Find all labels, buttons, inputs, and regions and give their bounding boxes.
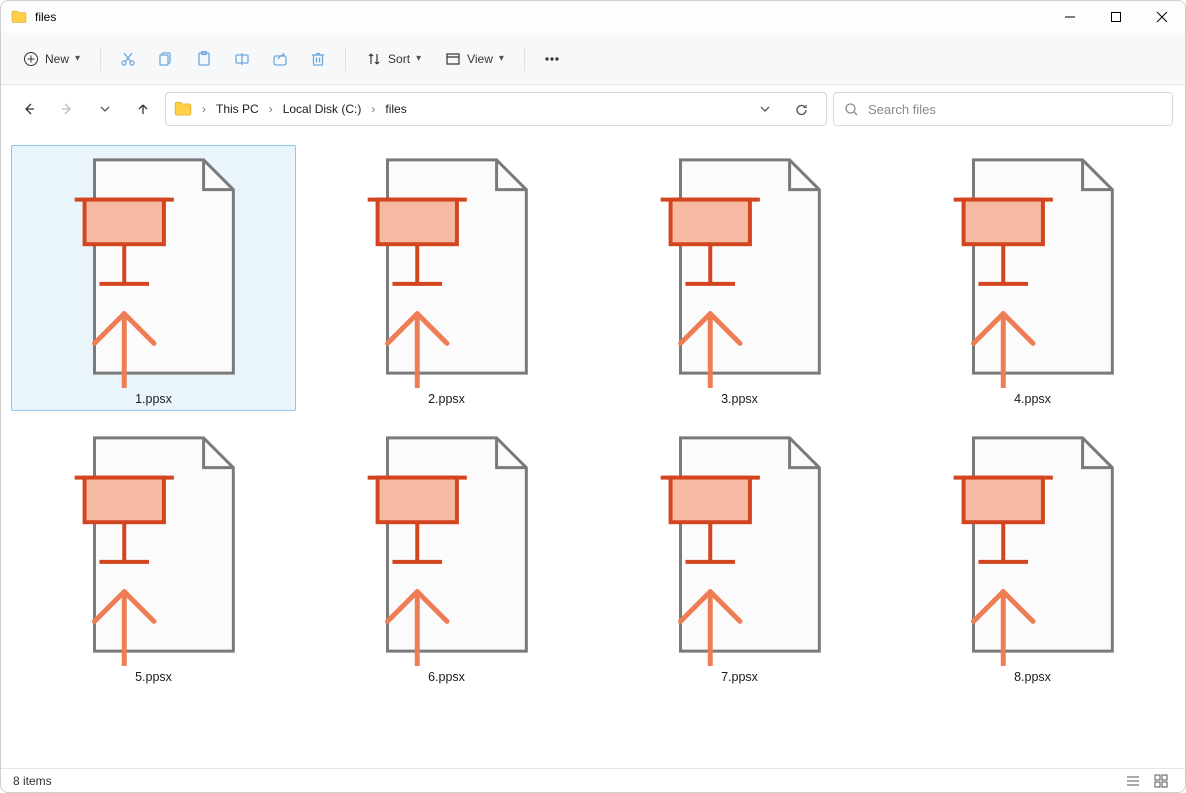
file-item[interactable]: 2.ppsx bbox=[304, 145, 589, 411]
file-thumbnail bbox=[24, 428, 284, 666]
view-icon bbox=[445, 51, 461, 67]
chevron-right-icon: › bbox=[369, 102, 377, 116]
status-bar: 8 items bbox=[1, 768, 1185, 792]
folder-icon bbox=[174, 100, 192, 118]
separator bbox=[345, 47, 346, 71]
paste-button[interactable] bbox=[187, 42, 221, 76]
search-box[interactable] bbox=[833, 92, 1173, 126]
view-label: View bbox=[467, 52, 493, 66]
share-button[interactable] bbox=[263, 42, 297, 76]
refresh-button[interactable] bbox=[788, 96, 814, 122]
cut-button[interactable] bbox=[111, 42, 145, 76]
file-name: 6.ppsx bbox=[428, 670, 465, 684]
recent-locations-button[interactable] bbox=[89, 93, 121, 125]
breadcrumb-segment[interactable]: Local Disk (C:) bbox=[277, 98, 368, 120]
back-button[interactable] bbox=[13, 93, 45, 125]
item-count: 8 items bbox=[13, 774, 52, 788]
file-name: 2.ppsx bbox=[428, 392, 465, 406]
search-icon bbox=[844, 102, 858, 117]
file-thumbnail bbox=[317, 150, 577, 388]
file-thumbnail bbox=[24, 150, 284, 388]
close-button[interactable] bbox=[1139, 1, 1185, 33]
file-thumbnail bbox=[903, 428, 1163, 666]
file-name: 7.ppsx bbox=[721, 670, 758, 684]
up-button[interactable] bbox=[127, 93, 159, 125]
breadcrumb-segment[interactable]: This PC bbox=[210, 98, 265, 120]
address-bar[interactable]: › This PC › Local Disk (C:) › files bbox=[165, 92, 827, 126]
explorer-window: files New ▾ Sort ▾ View ▾ bbox=[0, 0, 1186, 793]
address-bar-tools bbox=[752, 96, 820, 122]
file-thumbnail bbox=[610, 428, 870, 666]
file-item[interactable]: 4.ppsx bbox=[890, 145, 1175, 411]
file-name: 4.ppsx bbox=[1014, 392, 1051, 406]
file-thumbnail bbox=[610, 150, 870, 388]
chevron-down-icon: ▾ bbox=[499, 53, 504, 64]
forward-button[interactable] bbox=[51, 93, 83, 125]
window-title: files bbox=[35, 10, 56, 24]
more-button[interactable] bbox=[535, 42, 569, 76]
plus-circle-icon bbox=[23, 51, 39, 67]
new-label: New bbox=[45, 52, 69, 66]
rename-button[interactable] bbox=[225, 42, 259, 76]
file-name: 5.ppsx bbox=[135, 670, 172, 684]
navigation-row: › This PC › Local Disk (C:) › files bbox=[1, 85, 1185, 133]
chevron-right-icon: › bbox=[267, 102, 275, 116]
address-dropdown-button[interactable] bbox=[752, 96, 778, 122]
file-item[interactable]: 6.ppsx bbox=[304, 423, 589, 689]
chevron-right-icon: › bbox=[200, 102, 208, 116]
file-item[interactable]: 5.ppsx bbox=[11, 423, 296, 689]
file-item[interactable]: 8.ppsx bbox=[890, 423, 1175, 689]
separator bbox=[524, 47, 525, 71]
file-thumbnail bbox=[903, 150, 1163, 388]
minimize-button[interactable] bbox=[1047, 1, 1093, 33]
sort-label: Sort bbox=[388, 52, 410, 66]
new-button[interactable]: New ▾ bbox=[13, 45, 90, 73]
search-input[interactable] bbox=[866, 101, 1162, 118]
separator bbox=[100, 47, 101, 71]
details-view-button[interactable] bbox=[1121, 771, 1145, 791]
file-name: 8.ppsx bbox=[1014, 670, 1051, 684]
copy-button[interactable] bbox=[149, 42, 183, 76]
file-thumbnail bbox=[317, 428, 577, 666]
window-controls bbox=[1047, 1, 1185, 33]
file-name: 3.ppsx bbox=[721, 392, 758, 406]
sort-icon bbox=[366, 51, 382, 67]
delete-button[interactable] bbox=[301, 42, 335, 76]
chevron-down-icon: ▾ bbox=[416, 53, 421, 64]
maximize-button[interactable] bbox=[1093, 1, 1139, 33]
thumbnails-view-button[interactable] bbox=[1149, 771, 1173, 791]
file-name: 1.ppsx bbox=[135, 392, 172, 406]
file-list[interactable]: 1.ppsx 2.ppsx 3.ppsx 4.ppsx 5.ppsx 6.ppsx 7.pp… bbox=[1, 133, 1185, 768]
sort-button[interactable]: Sort ▾ bbox=[356, 45, 431, 73]
toolbar: New ▾ Sort ▾ View ▾ bbox=[1, 33, 1185, 85]
file-item[interactable]: 3.ppsx bbox=[597, 145, 882, 411]
chevron-down-icon: ▾ bbox=[75, 53, 80, 64]
view-button[interactable]: View ▾ bbox=[435, 45, 514, 73]
file-item[interactable]: 7.ppsx bbox=[597, 423, 882, 689]
file-item[interactable]: 1.ppsx bbox=[11, 145, 296, 411]
title-bar: files bbox=[1, 1, 1185, 33]
folder-icon bbox=[11, 9, 27, 25]
breadcrumb-segment[interactable]: files bbox=[379, 98, 412, 120]
